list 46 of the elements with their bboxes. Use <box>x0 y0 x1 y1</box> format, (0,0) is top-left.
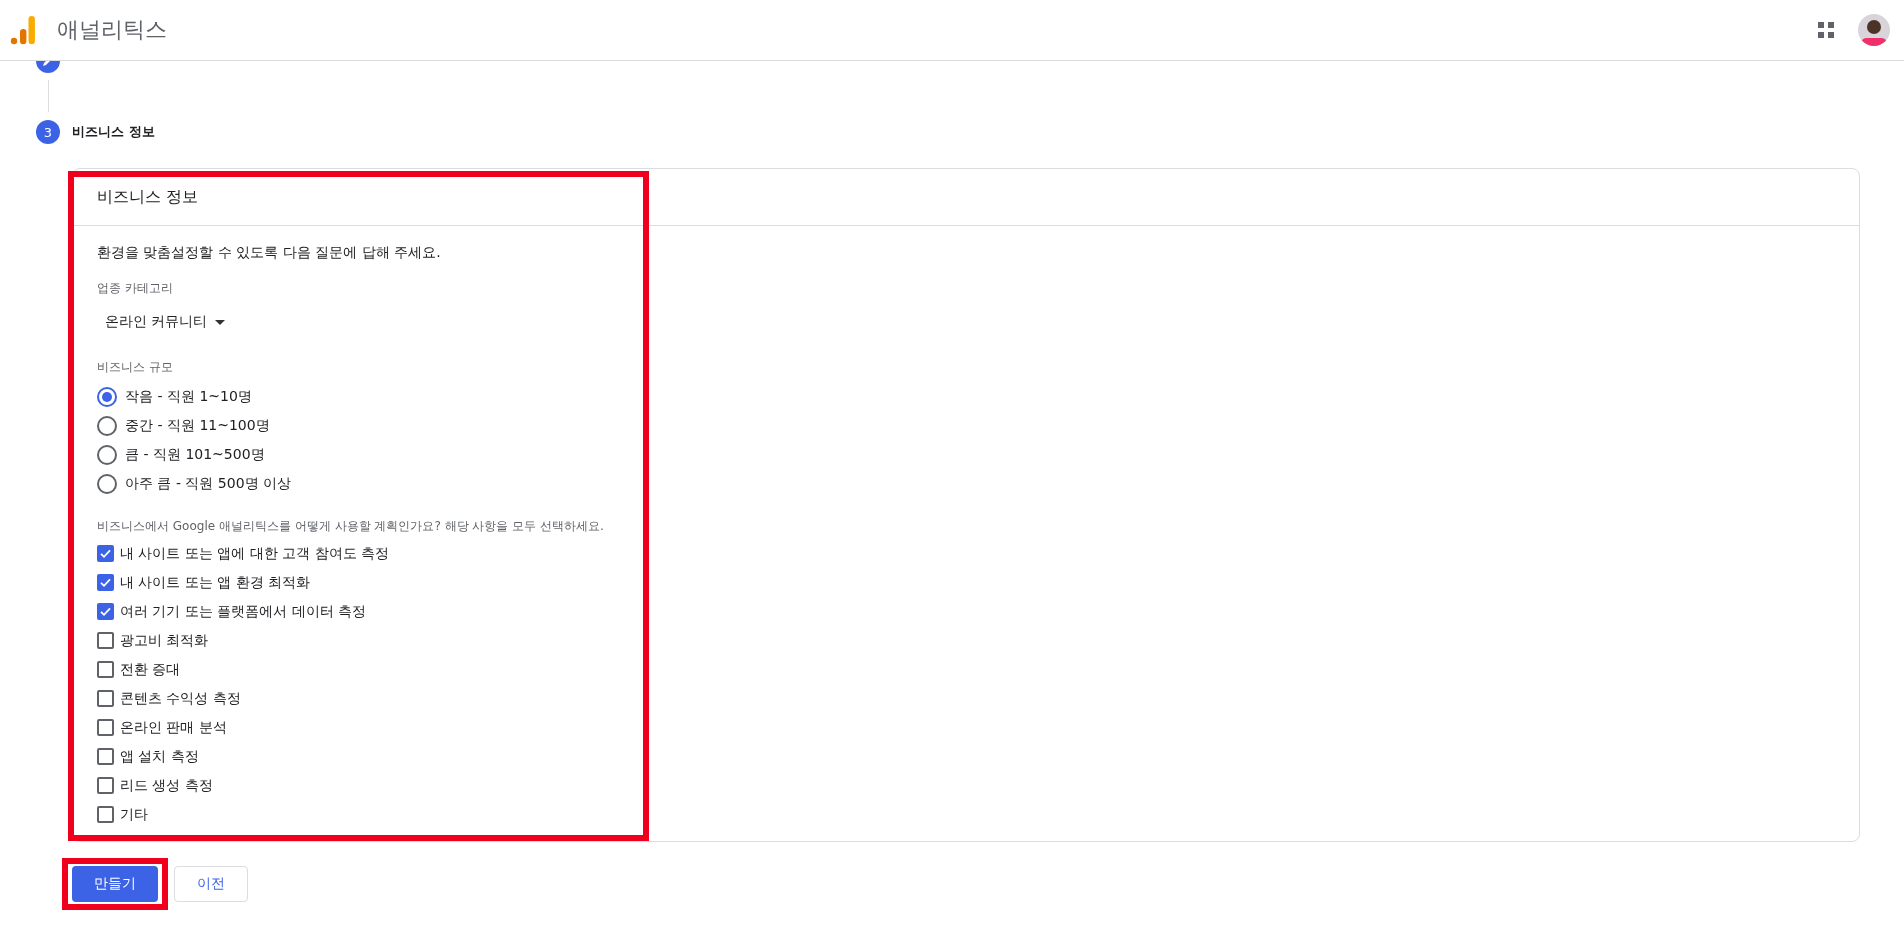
card-title: 비즈니스 정보 <box>97 186 199 208</box>
radio-button[interactable] <box>97 415 117 436</box>
checkbox-label: 리드 생성 측정 <box>120 776 213 795</box>
radio-label: 중간 - 직원 11~100명 <box>125 416 270 435</box>
checkbox[interactable] <box>97 719 114 736</box>
field-label: 비즈니스 규모 <box>97 359 173 376</box>
radio-button[interactable] <box>97 473 117 494</box>
caret-icon <box>215 319 226 325</box>
checkbox[interactable] <box>97 632 114 649</box>
checkbox[interactable] <box>97 690 114 707</box>
checkbox-label: 콘텐츠 수익성 측정 <box>120 689 241 708</box>
step-title: 비즈니스 정보 <box>72 123 155 141</box>
field-label: 업종 카테고리 <box>97 280 173 297</box>
avatar[interactable] <box>1858 14 1890 46</box>
checkbox-label: 여러 기기 또는 플랫폼에서 데이터 측정 <box>120 602 367 621</box>
step-number: 3 <box>36 120 60 144</box>
checkbox[interactable] <box>97 545 114 562</box>
check-icon <box>99 547 112 560</box>
checkbox-label: 전환 증대 <box>120 660 181 679</box>
radio-label: 작음 - 직원 1~10명 <box>125 387 252 406</box>
check-icon <box>99 576 112 589</box>
check-icon <box>99 605 112 618</box>
checkbox[interactable] <box>97 661 114 678</box>
create-button[interactable]: 만들기 <box>72 866 158 902</box>
radio-button[interactable] <box>97 386 117 407</box>
checkbox-label: 기타 <box>120 805 148 824</box>
checkbox[interactable] <box>97 777 114 794</box>
checkbox[interactable] <box>97 603 114 620</box>
checkbox[interactable] <box>97 806 114 823</box>
checkbox-label: 내 사이트 또는 앱 환경 최적화 <box>120 573 311 592</box>
radio-button[interactable] <box>97 444 117 465</box>
checkbox[interactable] <box>97 574 114 591</box>
radio-label: 큼 - 직원 101~500명 <box>125 445 265 464</box>
radio-label: 아주 큼 - 직원 500명 이상 <box>125 474 292 493</box>
checkbox-label: 온라인 판매 분석 <box>120 718 227 737</box>
intro-text: 환경을 맞춤설정할 수 있도록 다음 질문에 답해 주세요. <box>97 244 441 262</box>
question-label: 비즈니스에서 Google 애널리틱스를 어떻게 사용할 계획인가요? 해당 사항을 모두 선택하세요. <box>97 518 604 535</box>
checkbox-label: 광고비 최적화 <box>120 631 209 650</box>
checkbox-label: 내 사이트 또는 앱에 대한 고객 참여도 측정 <box>120 544 390 563</box>
apps-grid-icon[interactable] <box>1818 22 1834 38</box>
checkbox-label: 앱 설치 측정 <box>120 747 199 766</box>
app-title: 애널리틱스 <box>57 16 167 44</box>
bar-chart-logo-icon <box>10 15 36 45</box>
back-button[interactable]: 이전 <box>174 866 248 902</box>
category-dropdown[interactable]: 온라인 커뮤니티 <box>97 309 234 335</box>
checkbox[interactable] <box>97 748 114 765</box>
